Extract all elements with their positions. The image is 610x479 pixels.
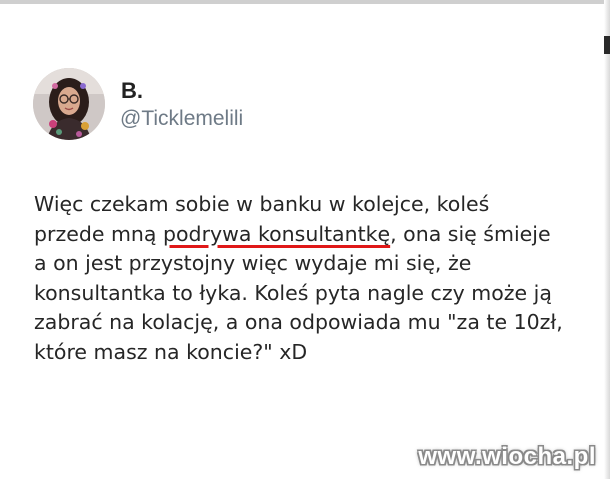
avatar-photo-icon xyxy=(33,68,105,140)
tweet-text: Więc czekam sobie w banku w kolejce, kol… xyxy=(34,190,594,367)
tweet-line-text: Więc czekam sobie w banku w kolejce, kol… xyxy=(34,192,490,216)
tweet-line: a on jest przystojny więc wydaje mi się,… xyxy=(34,249,594,279)
author-handle[interactable]: @Ticklemelili xyxy=(120,107,243,131)
tweet-line-text: zabrać na kolację, a ona odpowiada mu "z… xyxy=(34,310,563,334)
tweet-line: Więc czekam sobie w banku w kolejce, kol… xyxy=(34,190,594,220)
tweet-line-text: a on jest przystojny więc wydaje mi się,… xyxy=(34,251,472,275)
tweet-line: zabrać na kolację, a ona odpowiada mu "z… xyxy=(34,308,594,338)
tweet-line: przede mną podrywa konsultantkę, ona się… xyxy=(34,220,594,250)
tweet-line: konsultantka to łyka. Koleś pyta nagle c… xyxy=(34,279,594,309)
tweet-card: B. @Ticklemelili Więc czekam sobie w ban… xyxy=(0,0,610,479)
avatar[interactable] xyxy=(33,68,105,140)
watermark: www.wiocha.pl xyxy=(418,443,596,470)
author-name[interactable]: B. xyxy=(121,78,143,104)
tweet-line-text: , ona się śmieje xyxy=(390,221,551,246)
tweet-line-text: konsultantka to łyka. Koleś pyta nagle c… xyxy=(34,280,552,305)
tweet-line-text: które masz na koncie?" xD xyxy=(34,339,308,364)
tweet-line-text: przede mną xyxy=(34,221,163,246)
tweet-line: które masz na koncie?" xD xyxy=(34,338,594,368)
underlined-phrase: podrywa konsultantkę xyxy=(163,221,391,246)
